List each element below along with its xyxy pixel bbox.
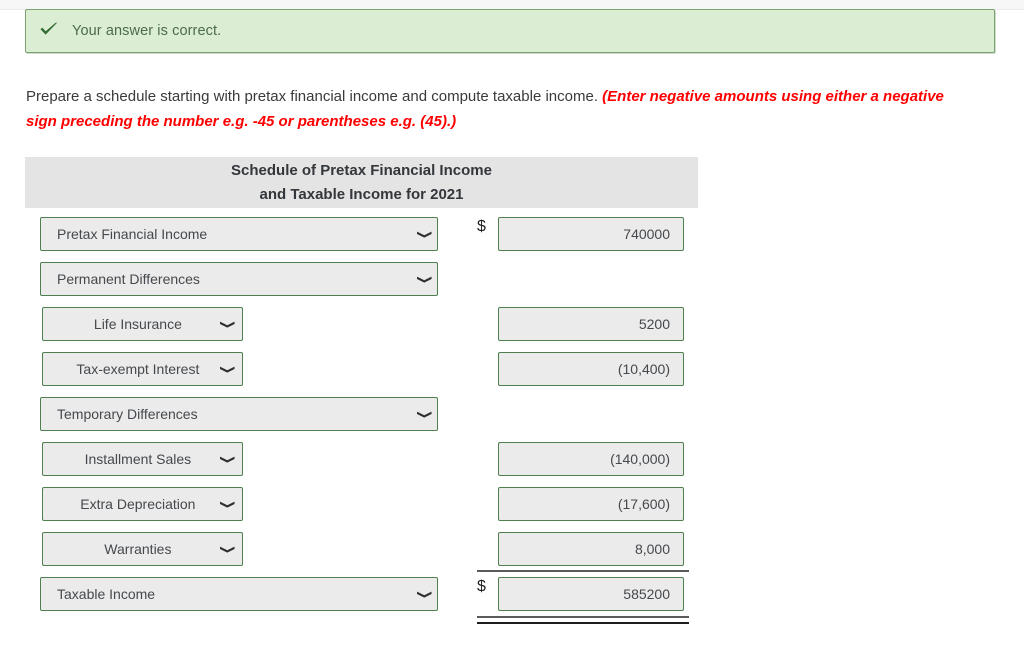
total-double-rule: [477, 616, 689, 624]
schedule-row: Taxable Income ❯ $585200: [25, 573, 698, 618]
select-installment-sales[interactable]: Installment Sales ❯: [42, 442, 243, 476]
schedule-row: Life Insurance ❯ 5200: [25, 303, 698, 348]
amount-input-taxable-income[interactable]: 585200: [498, 577, 684, 611]
select-label: Temporary Differences: [57, 406, 198, 422]
chevron-down-icon: ❯: [416, 409, 432, 419]
schedule-title: Schedule of Pretax Financial Income and …: [25, 157, 698, 208]
select-label: Tax-exempt Interest: [76, 361, 200, 377]
select-label: Warranties: [104, 541, 172, 557]
select-permanent-differences[interactable]: Permanent Differences ❯: [40, 262, 438, 296]
select-temporary-differences[interactable]: Temporary Differences ❯: [40, 397, 438, 431]
chevron-down-icon: ❯: [416, 589, 432, 599]
currency-symbol: $: [477, 218, 486, 235]
chevron-down-icon: ❯: [219, 544, 235, 554]
select-label: Extra Depreciation: [80, 496, 196, 512]
checkmark-icon: [26, 21, 72, 41]
alert-message: Your answer is correct.: [72, 23, 222, 39]
schedule-row: Tax-exempt Interest ❯ (10,400): [25, 348, 698, 393]
schedule-rows: Pretax Financial Income ❯ $740000 Permanent…: [25, 208, 698, 624]
amount-input-pretax-financial-income[interactable]: 740000: [498, 217, 684, 251]
select-label: Installment Sales: [84, 451, 192, 467]
select-label: Pretax Financial Income: [57, 226, 208, 242]
select-pretax-financial-income[interactable]: Pretax Financial Income ❯: [40, 217, 438, 251]
chevron-down-icon: ❯: [219, 319, 235, 329]
schedule-title-line2: and Taxable Income for 2021: [259, 185, 464, 203]
schedule-table: Schedule of Pretax Financial Income and …: [25, 157, 698, 624]
chevron-down-icon: ❯: [219, 364, 235, 374]
amount-input-warranties[interactable]: 8,000: [498, 532, 684, 566]
select-label: Taxable Income: [57, 586, 156, 602]
instruction-main: Prepare a schedule starting with pretax …: [26, 88, 603, 105]
amount-input-life-insurance[interactable]: 5200: [498, 307, 684, 341]
amount-input-tax-exempt-interest[interactable]: (10,400): [498, 352, 684, 386]
select-extra-depreciation[interactable]: Extra Depreciation ❯: [42, 487, 243, 521]
instruction-text: Prepare a schedule starting with pretax …: [26, 84, 971, 134]
chevron-down-icon: ❯: [416, 274, 432, 284]
chevron-down-icon: ❯: [219, 454, 235, 464]
amount-input-extra-depreciation[interactable]: (17,600): [498, 487, 684, 521]
chevron-down-icon: ❯: [416, 229, 432, 239]
schedule-row: Pretax Financial Income ❯ $740000: [25, 213, 698, 258]
select-label: Life Insurance: [93, 316, 182, 332]
schedule-row: Permanent Differences ❯: [25, 258, 698, 303]
schedule-row: Installment Sales ❯ (140,000): [25, 438, 698, 483]
select-tax-exempt-interest[interactable]: Tax-exempt Interest ❯: [42, 352, 243, 386]
select-warranties[interactable]: Warranties ❯: [42, 532, 243, 566]
chevron-down-icon: ❯: [219, 499, 235, 509]
schedule-row: Temporary Differences ❯: [25, 393, 698, 438]
select-taxable-income[interactable]: Taxable Income ❯: [40, 577, 438, 611]
select-life-insurance[interactable]: Life Insurance ❯: [42, 307, 243, 341]
correct-answer-alert: Your answer is correct.: [25, 9, 995, 53]
schedule-row: Warranties ❯ 8,000: [25, 528, 698, 573]
schedule-title-line1: Schedule of Pretax Financial Income: [231, 161, 492, 179]
schedule-row: Extra Depreciation ❯ (17,600): [25, 483, 698, 528]
amount-input-installment-sales[interactable]: (140,000): [498, 442, 684, 476]
select-label: Permanent Differences: [57, 271, 200, 287]
subtotal-rule: [477, 570, 689, 572]
currency-symbol: $: [477, 578, 486, 595]
